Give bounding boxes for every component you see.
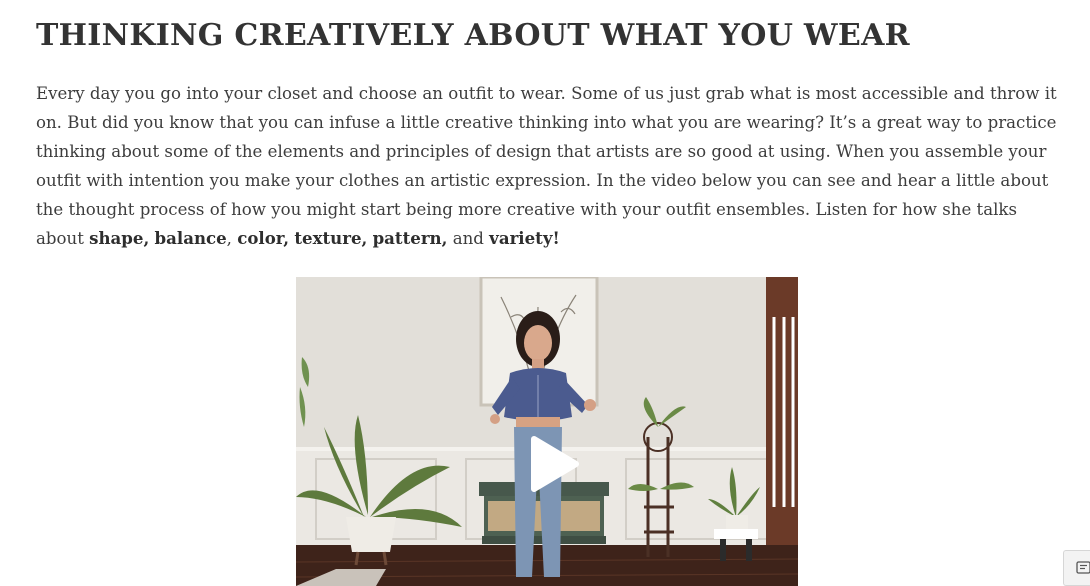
emphasis-balance: balance <box>154 228 227 248</box>
emphasis-shape: shape, <box>89 228 150 248</box>
video-thumbnail <box>296 277 798 586</box>
emphasis-texture: texture, <box>294 228 368 248</box>
intro-text: Every day you go into your closet and ch… <box>36 84 1057 248</box>
emphasis-variety: variety! <box>489 228 560 248</box>
video-player[interactable] <box>296 277 798 586</box>
intro-paragraph: Every day you go into your closet and ch… <box>36 84 1057 248</box>
play-icon[interactable] <box>528 435 580 493</box>
emphasis-and: and <box>452 229 484 248</box>
feedback-widget-button[interactable] <box>1063 550 1090 586</box>
page-title: THINKING CREATIVELY ABOUT WHAT YOU WEAR <box>36 18 910 53</box>
emphasis-pattern: pattern, <box>372 228 448 248</box>
emphasis-color: color, <box>237 228 290 248</box>
feedback-icon <box>1076 561 1090 574</box>
